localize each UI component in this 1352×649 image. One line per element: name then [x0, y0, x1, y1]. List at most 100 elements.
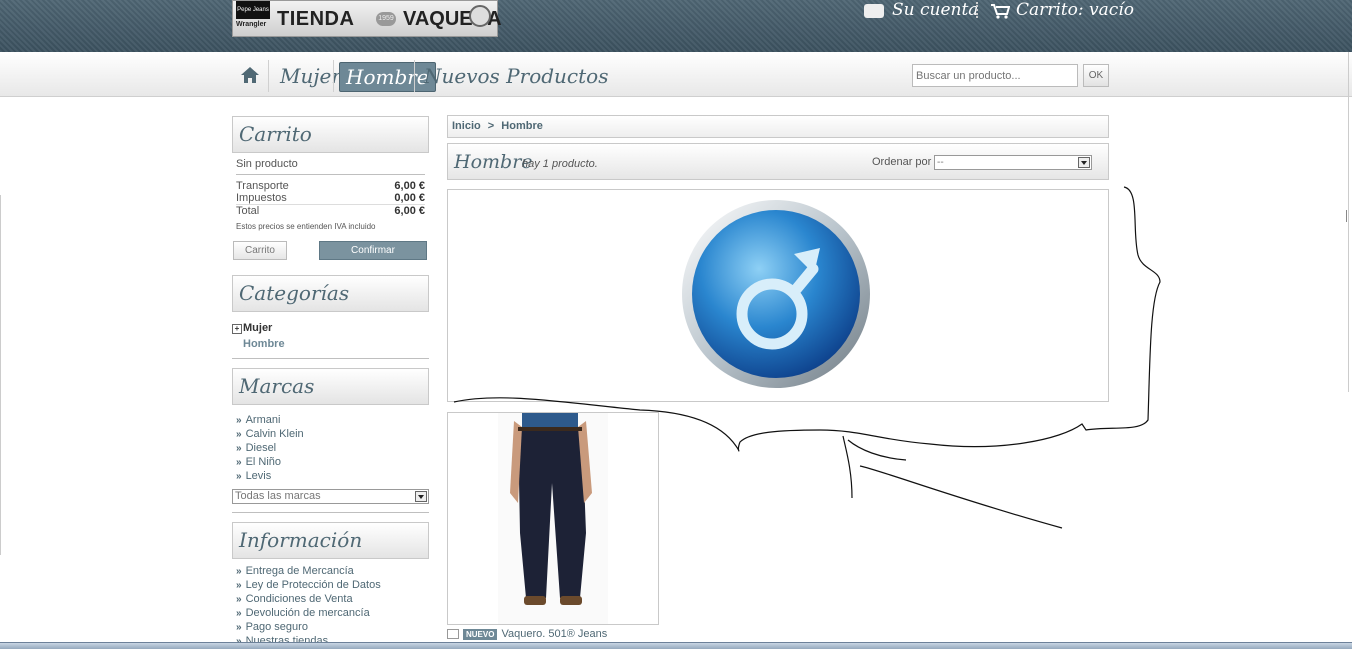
double-chevron-icon: » — [236, 429, 242, 440]
product-count: hay 1 producto. — [522, 158, 598, 170]
nav-item-mujer[interactable]: Mujer — [280, 62, 341, 90]
category-header: Hombre hay 1 producto. Ordenar por -- — [447, 143, 1109, 180]
chevron-down-icon[interactable] — [415, 491, 427, 502]
account-label: Su cuenta — [892, 0, 979, 20]
double-chevron-icon: » — [236, 443, 242, 454]
cart-row-value: 6,00 € — [394, 205, 425, 217]
compare-checkbox[interactable] — [447, 629, 459, 640]
category-item-mujer[interactable]: + Mujer — [232, 322, 272, 334]
cart-tax-note: Estos precios se entienden IVA incluido — [236, 222, 376, 231]
info-label: Condiciones de Venta — [245, 593, 353, 605]
cart-row-label: Impuestos — [236, 192, 287, 204]
brand-select[interactable]: Todas las marcas — [232, 489, 429, 504]
divider — [232, 358, 429, 359]
wrangler-logo: Wrangler — [236, 21, 267, 28]
info-label: Ley de Protección de Datos — [245, 579, 381, 591]
double-chevron-icon: » — [236, 580, 242, 591]
new-badge: NUEVO — [463, 628, 498, 640]
logo-word-tienda: TIENDA — [277, 8, 355, 30]
chevron-down-icon[interactable] — [1078, 157, 1090, 168]
main-nav — [0, 52, 1352, 97]
breadcrumb-home[interactable]: Inicio — [452, 120, 481, 132]
product-image[interactable] — [448, 413, 658, 624]
product-title-row: NUEVO Vaquero. 501® Jeans — [447, 628, 607, 640]
sort-label: Ordenar por — [872, 156, 932, 168]
breadcrumb-separator: > — [487, 120, 495, 132]
brand-label: Armani — [245, 414, 281, 426]
info-link[interactable]: » Ley de Protección de Datos — [236, 579, 381, 591]
cart-row-shipping: Transporte 6,00 € — [236, 180, 425, 192]
cart-link[interactable]: Carrito: vacío — [990, 0, 1134, 20]
cart-row-value: 0,00 € — [394, 192, 425, 204]
cart-row-value: 6,00 € — [394, 180, 425, 192]
info-block-title: Información — [232, 522, 429, 559]
breadcrumb-current: Hombre — [501, 120, 543, 132]
nav-divider — [333, 60, 334, 92]
home-icon[interactable] — [240, 66, 260, 84]
account-link[interactable]: Su cuenta — [864, 0, 978, 22]
lock-icon — [864, 3, 884, 18]
divider — [232, 512, 429, 513]
breadcrumb: Inicio > Hombre — [447, 115, 1109, 138]
category-item-hombre[interactable]: Hombre — [243, 338, 285, 350]
site-logo[interactable]: Pepe Jeans Wrangler TIENDA 1959 VAQUERA — [232, 0, 502, 37]
cart-label: Carrito: vacío — [1016, 0, 1134, 20]
view-cart-button[interactable]: Carrito — [233, 241, 287, 260]
confirm-button[interactable]: Confirmar — [319, 241, 427, 260]
double-chevron-icon: » — [236, 608, 242, 619]
pepe-jeans-logo: Pepe Jeans — [236, 1, 270, 19]
sort-select-value: -- — [937, 157, 944, 168]
double-chevron-icon: » — [236, 594, 242, 605]
brand-label: Calvin Klein — [245, 428, 304, 440]
cart-block-title[interactable]: Carrito — [232, 116, 429, 153]
brand-label: Diesel — [245, 442, 277, 454]
expand-icon[interactable]: + — [232, 324, 242, 334]
scrollbar[interactable] — [1346, 210, 1351, 222]
nav-divider — [414, 60, 415, 92]
category-image — [447, 189, 1109, 402]
info-link[interactable]: » Condiciones de Venta — [236, 593, 353, 605]
divider — [236, 174, 425, 175]
double-chevron-icon: » — [236, 622, 242, 633]
window-edge — [1348, 52, 1349, 392]
nav-divider — [268, 60, 269, 92]
info-label: Devolución de mercancía — [245, 607, 370, 619]
brand-link[interactable]: » El Niño — [236, 456, 281, 468]
window-edge — [0, 195, 1, 555]
page-title: Hombre — [454, 151, 533, 173]
brand-label: El Niño — [245, 456, 282, 468]
search-input[interactable] — [912, 64, 1078, 87]
info-link[interactable]: » Entrega de Mercancía — [236, 565, 354, 577]
logo-badge: 1959 — [376, 12, 396, 26]
brands-block-title: Marcas — [232, 368, 429, 405]
sort-select[interactable]: -- — [934, 155, 1092, 170]
top-header — [0, 0, 1352, 52]
brand-label: Levis — [245, 470, 272, 482]
info-label: Entrega de Mercancía — [245, 565, 354, 577]
nav-item-hombre[interactable]: Hombre — [339, 62, 436, 92]
cart-row-tax: Impuestos 0,00 € — [236, 192, 425, 204]
brand-link[interactable]: » Diesel — [236, 442, 276, 454]
categories-block-title: Categorías — [232, 275, 429, 312]
cart-row-label: Transporte — [236, 180, 289, 192]
cart-row-label: Total — [236, 205, 260, 217]
info-link[interactable]: » Devolución de mercancía — [236, 607, 370, 619]
brand-select-value: Todas las marcas — [235, 490, 321, 502]
double-chevron-icon: » — [236, 471, 242, 482]
cart-icon — [991, 3, 1010, 19]
product-name-link[interactable]: Vaquero. 501® Jeans — [501, 628, 607, 640]
search-button[interactable]: OK — [1083, 64, 1109, 87]
nav-item-nuevos-productos[interactable]: Nuevos Productos — [424, 62, 608, 90]
double-chevron-icon: » — [236, 415, 242, 426]
diesel-seal-icon — [469, 5, 491, 27]
brand-link[interactable]: » Armani — [236, 414, 280, 426]
male-symbol-icon — [682, 200, 870, 388]
cart-row-total: Total 6,00 € — [236, 205, 425, 217]
category-label: Mujer — [243, 322, 273, 334]
double-chevron-icon: » — [236, 457, 242, 468]
product-card[interactable] — [447, 412, 659, 625]
brand-link[interactable]: » Levis — [236, 470, 271, 482]
info-link[interactable]: » Pago seguro — [236, 621, 308, 633]
brand-link[interactable]: » Calvin Klein — [236, 428, 304, 440]
info-label: Pago seguro — [245, 621, 308, 633]
